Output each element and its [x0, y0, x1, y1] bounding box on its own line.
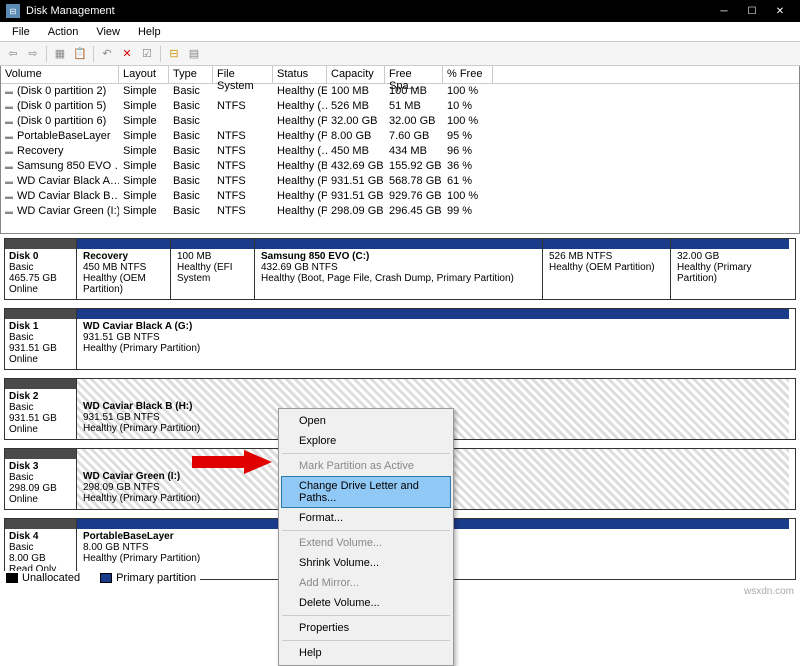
vol-name: (Disk 0 partition 5) — [1, 99, 119, 114]
back-button[interactable]: ⇦ — [4, 45, 22, 63]
volume-list: Volume Layout Type File System Status Ca… — [0, 66, 800, 234]
volume-row[interactable]: (Disk 0 partition 2)SimpleBasicHealthy (… — [1, 84, 799, 99]
volume-row[interactable]: RecoverySimpleBasicNTFSHealthy (…450 MB4… — [1, 144, 799, 159]
menu-view[interactable]: View — [88, 24, 128, 40]
partition[interactable]: 526 MB NTFSHealthy (OEM Partition) — [543, 239, 671, 299]
col-capacity[interactable]: Capacity — [327, 66, 385, 83]
ctx-shrink-volume[interactable]: Shrink Volume... — [281, 553, 451, 573]
titlebar[interactable]: ⊟ Disk Management ─ ☐ ✕ — [0, 0, 800, 22]
close-button[interactable]: ✕ — [766, 0, 794, 22]
vol-name: Recovery — [1, 144, 119, 159]
disk-row: Disk 0Basic465.75 GBOnlineRecovery450 MB… — [4, 238, 796, 300]
context-menu: Open Explore Mark Partition as Active Ch… — [278, 408, 454, 666]
volume-row[interactable]: WD Caviar Black A…SimpleBasicNTFSHealthy… — [1, 174, 799, 189]
partition[interactable]: Samsung 850 EVO (C:)432.69 GB NTFSHealth… — [255, 239, 543, 299]
undo-icon[interactable]: ↶ — [98, 45, 116, 63]
disk-info[interactable]: Disk 3Basic298.09 GBOnline — [5, 449, 77, 509]
view-icon[interactable]: ▤ — [185, 45, 203, 63]
delete-icon[interactable]: ✕ — [118, 45, 136, 63]
vol-name: Samsung 850 EVO … — [1, 159, 119, 174]
col-volume[interactable]: Volume — [1, 66, 119, 83]
volume-row[interactable]: WD Caviar Black B…SimpleBasicNTFSHealthy… — [1, 189, 799, 204]
volume-row[interactable]: Samsung 850 EVO …SimpleBasicNTFSHealthy … — [1, 159, 799, 174]
ctx-delete-volume[interactable]: Delete Volume... — [281, 593, 451, 613]
volume-row[interactable]: WD Caviar Green (I:)SimpleBasicNTFSHealt… — [1, 204, 799, 219]
volume-list-header: Volume Layout Type File System Status Ca… — [1, 66, 799, 84]
partition[interactable]: 100 MBHealthy (EFI System — [171, 239, 255, 299]
forward-button[interactable]: ⇨ — [24, 45, 42, 63]
maximize-button[interactable]: ☐ — [738, 0, 766, 22]
toolbar: ⇦ ⇨ ▦ 📋 ↶ ✕ ☑ ⊟ ▤ — [0, 42, 800, 66]
menu-action[interactable]: Action — [40, 24, 87, 40]
col-type[interactable]: Type — [169, 66, 213, 83]
col-freespace[interactable]: Free Spa... — [385, 66, 443, 83]
col-percentfree[interactable]: % Free — [443, 66, 493, 83]
settings-icon[interactable]: 📋 — [71, 45, 89, 63]
ctx-change-drive-letter[interactable]: Change Drive Letter and Paths... — [281, 476, 451, 508]
vol-name: (Disk 0 partition 6) — [1, 114, 119, 129]
watermark: wsxdn.com — [744, 586, 794, 597]
legend-primary-swatch — [100, 573, 112, 583]
vol-name: WD Caviar Green (I:) — [1, 204, 119, 219]
legend-unallocated-label: Unallocated — [22, 572, 80, 584]
partition[interactable]: Recovery450 MB NTFSHealthy (OEM Partitio… — [77, 239, 171, 299]
volume-row[interactable]: (Disk 0 partition 5)SimpleBasicNTFSHealt… — [1, 99, 799, 114]
col-status[interactable]: Status — [273, 66, 327, 83]
disk-row: Disk 1Basic931.51 GBOnlineWD Caviar Blac… — [4, 308, 796, 370]
refresh-icon[interactable]: ▦ — [51, 45, 69, 63]
vol-name: PortableBaseLayer — [1, 129, 119, 144]
ctx-help[interactable]: Help — [281, 643, 451, 663]
ctx-format[interactable]: Format... — [281, 508, 451, 528]
action-icon[interactable]: ⊟ — [165, 45, 183, 63]
ctx-mark-active: Mark Partition as Active — [281, 456, 451, 476]
ctx-add-mirror: Add Mirror... — [281, 573, 451, 593]
legend-primary-label: Primary partition — [116, 572, 196, 584]
ctx-extend-volume: Extend Volume... — [281, 533, 451, 553]
legend: Unallocated Primary partition — [2, 571, 200, 585]
menu-file[interactable]: File — [4, 24, 38, 40]
partition[interactable]: 32.00 GBHealthy (Primary Partition) — [671, 239, 789, 299]
minimize-button[interactable]: ─ — [710, 0, 738, 22]
volume-row[interactable]: (Disk 0 partition 6)SimpleBasicHealthy (… — [1, 114, 799, 129]
partition[interactable]: WD Caviar Black A (G:)931.51 GB NTFSHeal… — [77, 309, 789, 369]
ctx-explore[interactable]: Explore — [281, 431, 451, 451]
col-layout[interactable]: Layout — [119, 66, 169, 83]
legend-unallocated-swatch — [6, 573, 18, 583]
volume-row[interactable]: PortableBaseLayerSimpleBasicNTFSHealthy … — [1, 129, 799, 144]
menubar: File Action View Help — [0, 22, 800, 42]
vol-name: (Disk 0 partition 2) — [1, 84, 119, 99]
ctx-properties[interactable]: Properties — [281, 618, 451, 638]
disk-info[interactable]: Disk 1Basic931.51 GBOnline — [5, 309, 77, 369]
vol-name: WD Caviar Black A… — [1, 174, 119, 189]
disk-info[interactable]: Disk 0Basic465.75 GBOnline — [5, 239, 77, 299]
menu-help[interactable]: Help — [130, 24, 169, 40]
properties-icon[interactable]: ☑ — [138, 45, 156, 63]
disk-info[interactable]: Disk 2Basic931.51 GBOnline — [5, 379, 77, 439]
col-filesystem[interactable]: File System — [213, 66, 273, 83]
disk-management-icon: ⊟ — [6, 4, 20, 18]
vol-name: WD Caviar Black B… — [1, 189, 119, 204]
window-title: Disk Management — [26, 5, 710, 17]
red-arrow-annotation — [192, 450, 272, 474]
disk-info[interactable]: Disk 4Basic8.00 GBRead Only — [5, 519, 77, 579]
ctx-open[interactable]: Open — [281, 411, 451, 431]
